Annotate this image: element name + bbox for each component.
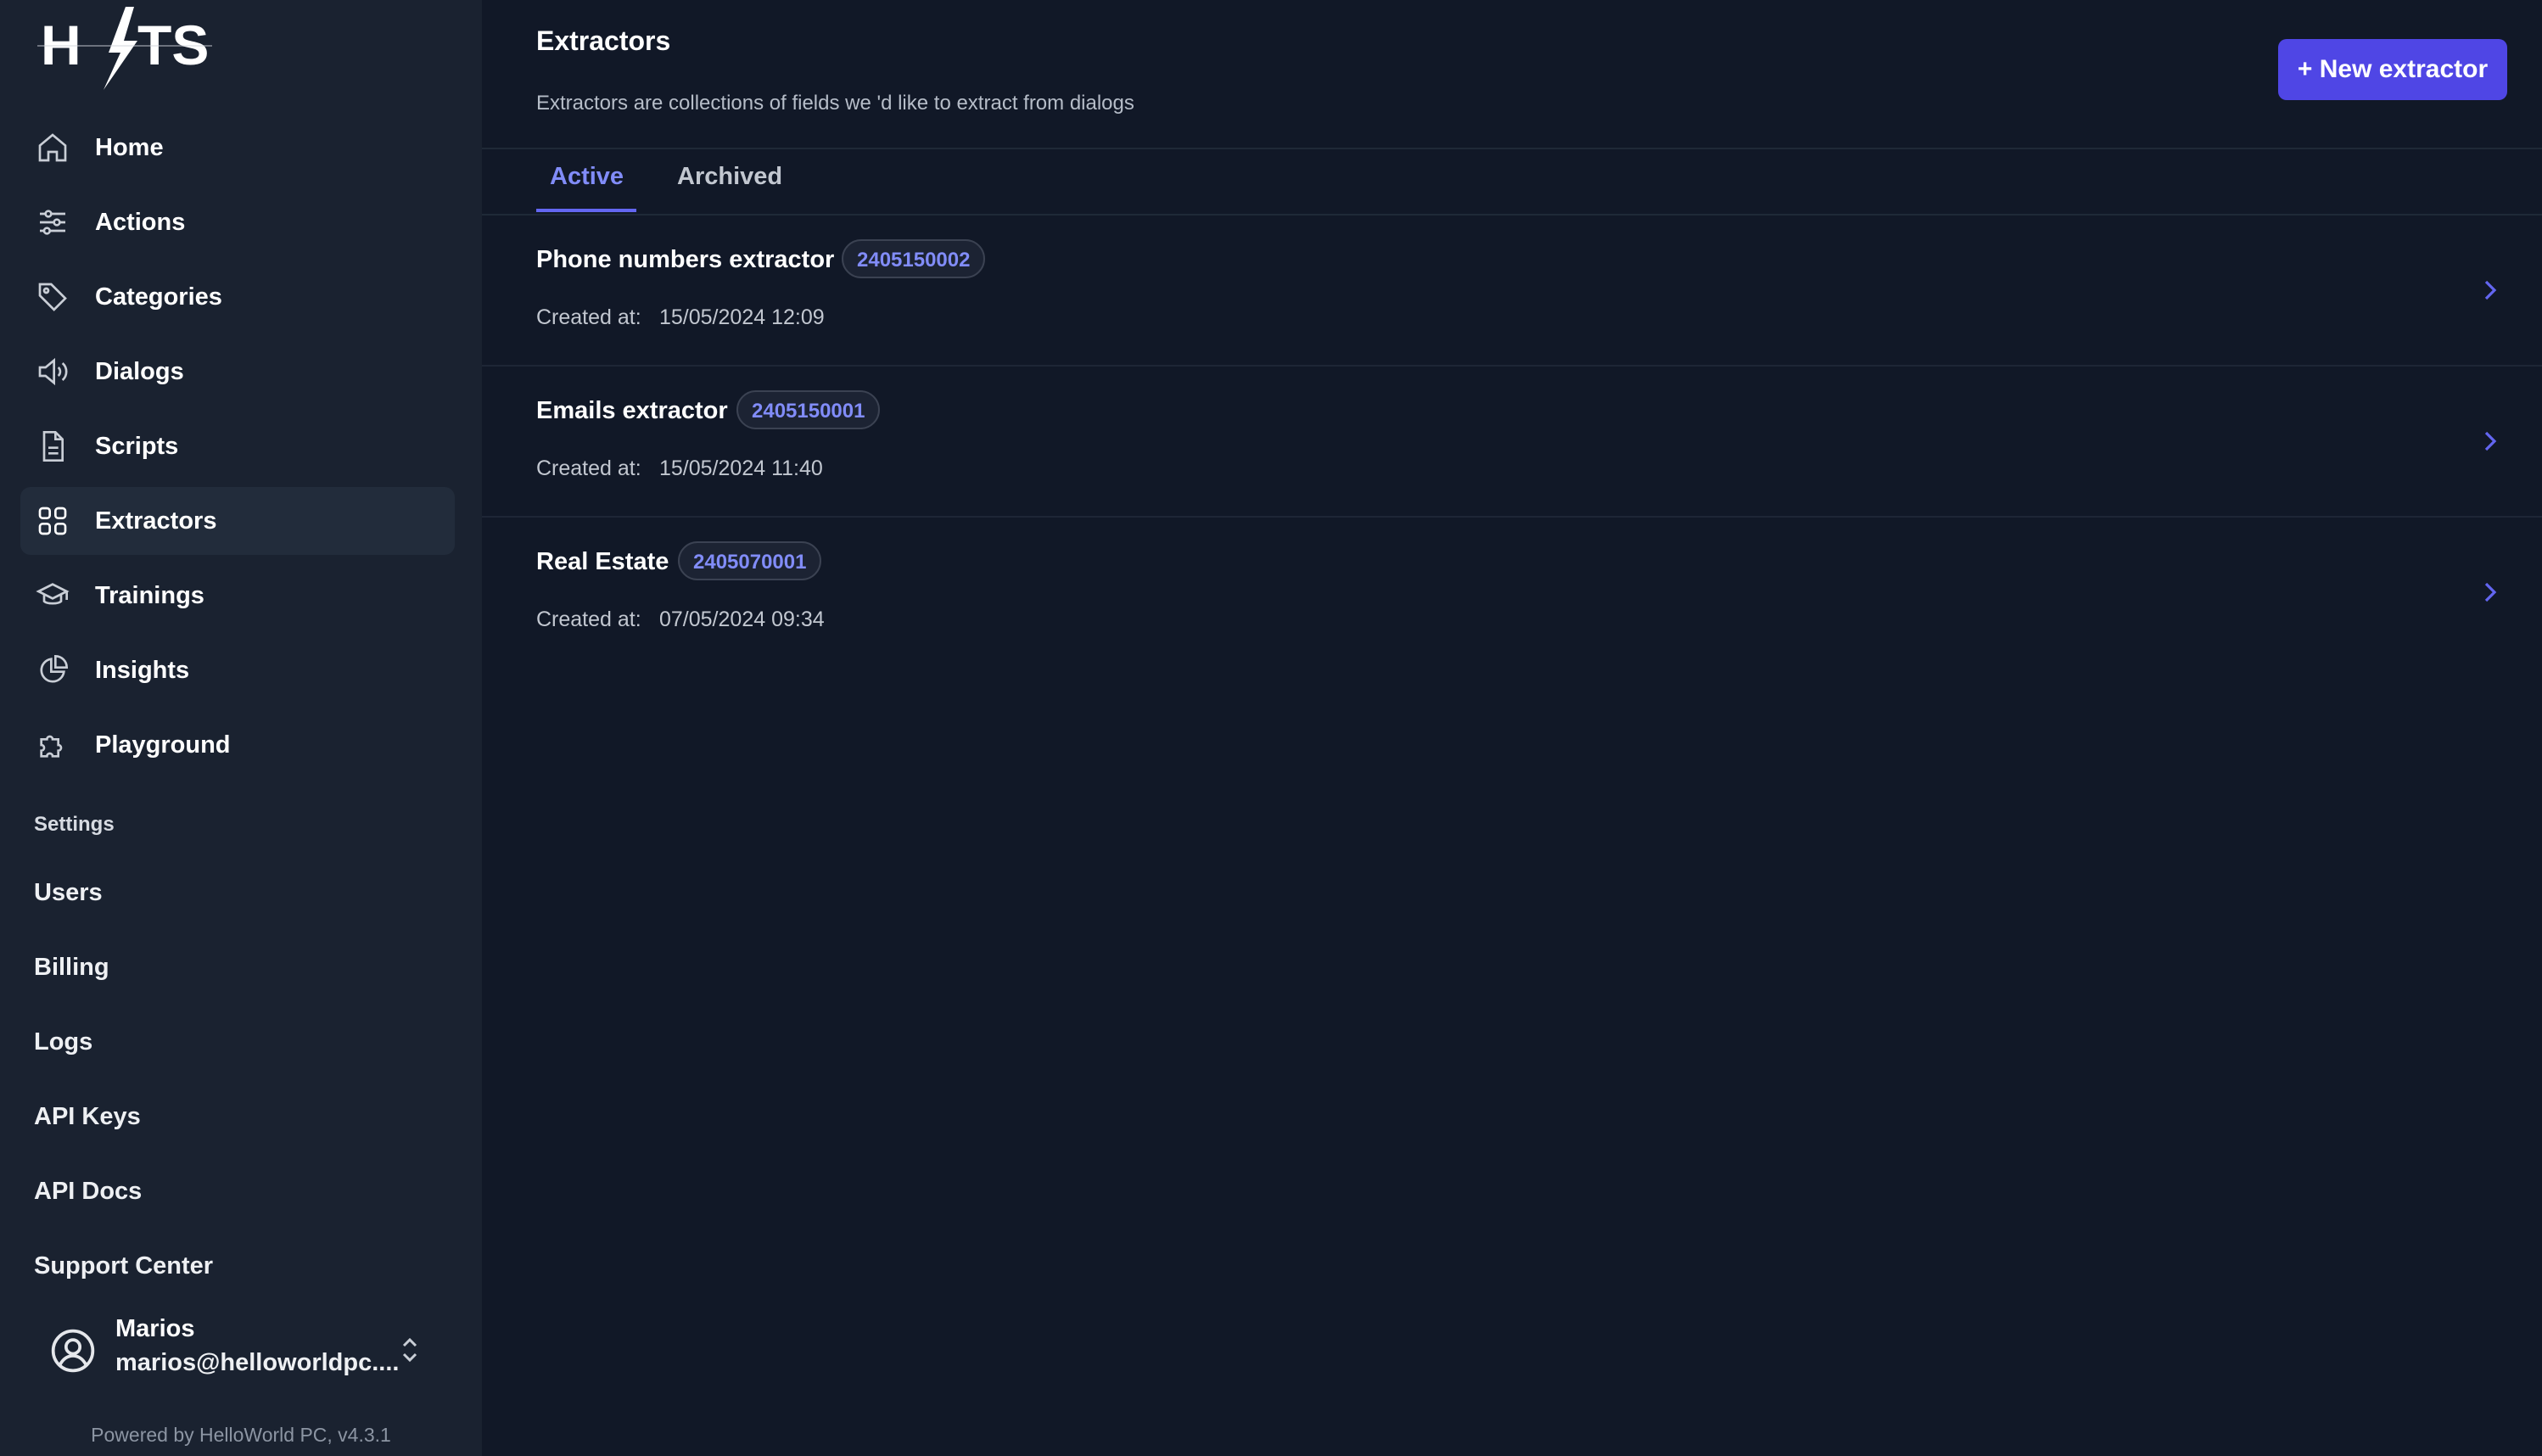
extractor-row[interactable]: Phone numbers extractor 2405150002 Creat… <box>482 216 2542 367</box>
page-subtitle: Extractors are collections of fields we … <box>536 92 1134 115</box>
sidebar-item-actions[interactable]: Actions <box>20 188 455 256</box>
sidebar-item-label: Scripts <box>95 433 179 460</box>
new-extractor-button[interactable]: + New extractor <box>2278 39 2507 100</box>
main-content: Extractors Extractors are collections of… <box>482 0 2542 1456</box>
sidebar-item-label: Categories <box>95 283 222 311</box>
extractor-name: Phone numbers extractor <box>536 246 835 273</box>
graduation-cap-icon <box>36 579 70 613</box>
settings-item-api-keys[interactable]: API Keys <box>34 1103 141 1131</box>
sidebar: H TS Home Actions Categories Dialogs Scr… <box>0 0 482 1456</box>
chevron-up-down-icon[interactable] <box>399 1336 421 1364</box>
extractor-id-badge: 2405150001 <box>736 390 881 429</box>
settings-item-billing[interactable]: Billing <box>34 954 109 982</box>
settings-item-logs[interactable]: Logs <box>34 1028 92 1056</box>
user-menu[interactable]: Marios marios@helloworldpc.... <box>49 1312 431 1388</box>
tag-icon <box>36 280 70 314</box>
extractor-name: Emails extractor <box>536 397 728 424</box>
document-icon <box>36 429 70 463</box>
extractor-row[interactable]: Emails extractor 2405150001 Created at: … <box>482 367 2542 518</box>
sidebar-item-playground[interactable]: Playground <box>20 711 455 779</box>
created-label: Created at: <box>536 305 641 329</box>
settings-item-support-center[interactable]: Support Center <box>34 1252 213 1280</box>
sidebar-item-label: Actions <box>95 209 186 236</box>
chevron-right-icon[interactable] <box>2478 277 2501 304</box>
sidebar-item-label: Playground <box>95 731 231 759</box>
header-divider <box>482 148 2542 149</box>
chevron-right-icon[interactable] <box>2478 579 2501 606</box>
chevron-right-icon[interactable] <box>2478 428 2501 455</box>
settings-heading: Settings <box>34 813 115 836</box>
extractor-name: Real Estate <box>536 548 669 575</box>
sidebar-item-insights[interactable]: Insights <box>20 636 455 704</box>
sidebar-item-dialogs[interactable]: Dialogs <box>20 338 455 406</box>
brand-logo[interactable]: H TS <box>37 3 212 92</box>
extractor-id-badge: 2405150002 <box>842 239 986 278</box>
created-label: Created at: <box>536 608 641 631</box>
active-tab-indicator <box>536 209 636 212</box>
settings-item-api-docs[interactable]: API Docs <box>34 1178 142 1206</box>
sidebar-item-trainings[interactable]: Trainings <box>20 562 455 630</box>
sidebar-item-label: Trainings <box>95 582 204 609</box>
sliders-icon <box>36 205 70 239</box>
settings-item-users[interactable]: Users <box>34 879 103 907</box>
powered-by-text: Powered by HelloWorld PC, v4.3.1 <box>91 1424 391 1446</box>
user-email: marios@helloworldpc.... <box>115 1349 400 1376</box>
tab-active[interactable]: Active <box>550 163 624 191</box>
sidebar-item-categories[interactable]: Categories <box>20 263 455 331</box>
extractor-id-badge: 2405070001 <box>678 541 822 580</box>
sidebar-item-label: Extractors <box>95 507 217 535</box>
puzzle-icon <box>36 728 70 762</box>
user-circle-icon <box>49 1327 97 1375</box>
created-date: 07/05/2024 09:34 <box>659 608 825 631</box>
sidebar-item-scripts[interactable]: Scripts <box>20 412 455 480</box>
sidebar-item-home[interactable]: Home <box>20 114 455 182</box>
user-name: Marios <box>115 1315 195 1342</box>
extractor-row[interactable]: Real Estate 2405070001 Created at: 07/05… <box>482 518 2542 669</box>
sidebar-item-label: Dialogs <box>95 358 184 385</box>
sidebar-item-label: Home <box>95 134 164 161</box>
created-date: 15/05/2024 11:40 <box>659 456 823 480</box>
sidebar-item-label: Insights <box>95 657 190 684</box>
created-date: 15/05/2024 12:09 <box>659 305 825 329</box>
sidebar-item-extractors[interactable]: Extractors <box>20 487 455 555</box>
created-label: Created at: <box>536 456 641 480</box>
speaker-icon <box>36 355 70 389</box>
grid-icon <box>36 504 70 538</box>
pie-chart-icon <box>36 653 70 687</box>
page-title: Extractors <box>536 25 671 56</box>
home-icon <box>36 131 70 165</box>
tab-archived[interactable]: Archived <box>677 163 782 191</box>
